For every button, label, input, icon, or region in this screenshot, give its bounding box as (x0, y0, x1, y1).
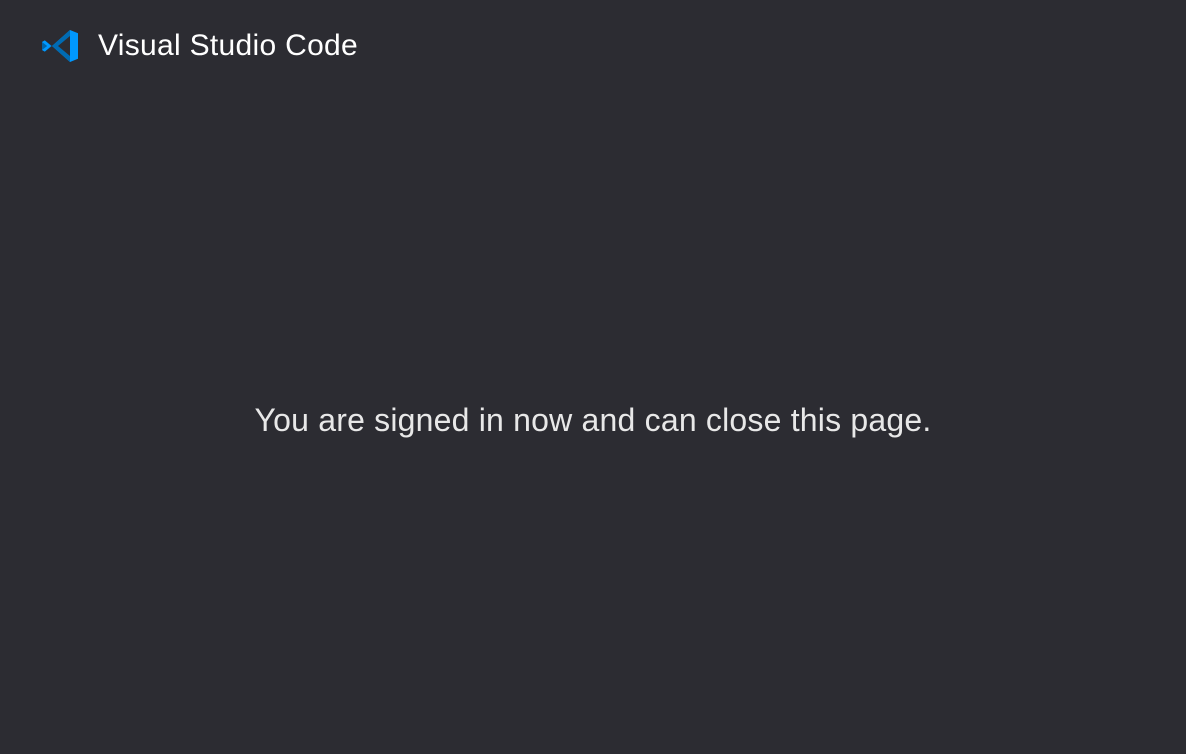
content-area: You are signed in now and can close this… (0, 92, 1186, 439)
header: Visual Studio Code (0, 0, 1186, 92)
vscode-logo-icon (40, 26, 80, 66)
app-title: Visual Studio Code (98, 29, 358, 63)
signin-success-message: You are signed in now and can close this… (255, 402, 932, 439)
